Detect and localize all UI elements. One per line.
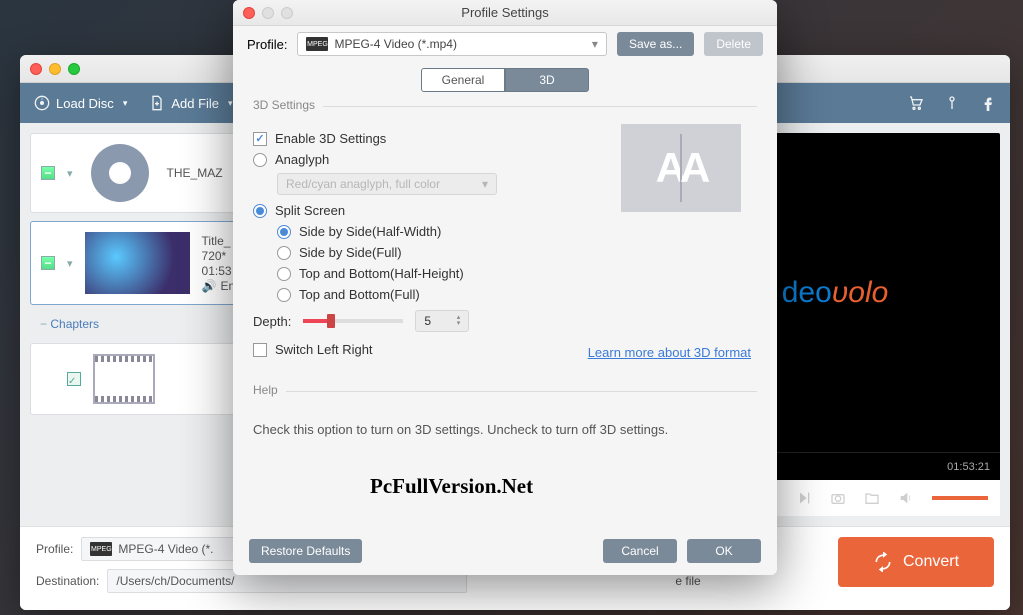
- restore-defaults-button[interactable]: Restore Defaults: [249, 539, 362, 563]
- disc-icon: [91, 144, 149, 202]
- cancel-button[interactable]: Cancel: [603, 539, 677, 563]
- profile-label: Profile:: [36, 542, 73, 556]
- modal-titlebar: Profile Settings: [233, 0, 777, 26]
- sbs-full-radio[interactable]: [277, 246, 291, 260]
- help-title: Help: [253, 383, 286, 397]
- filmstrip-icon: [93, 354, 155, 404]
- convert-button[interactable]: Convert: [838, 537, 994, 587]
- convert-label: Convert: [903, 553, 959, 571]
- step-down-icon: ▾: [457, 321, 461, 327]
- load-disc-button[interactable]: Load Disc▾: [34, 95, 127, 111]
- disc-title: THE_MAZ: [167, 166, 223, 180]
- switch-lr-checkbox[interactable]: [253, 343, 267, 357]
- video-line2: 720*: [202, 249, 236, 263]
- preview-time: 01:53:21: [947, 461, 990, 473]
- anaglyph-radio[interactable]: [253, 153, 267, 167]
- split-screen-label: Split Screen: [275, 203, 345, 218]
- facebook-icon[interactable]: [980, 95, 996, 111]
- opt-tb-full[interactable]: Top and Bottom(Full): [277, 287, 757, 302]
- chevron-down-icon[interactable]: ▾: [67, 167, 73, 180]
- chapters-label: Chapters: [50, 317, 99, 331]
- chevron-down-icon[interactable]: ▾: [67, 257, 73, 270]
- convert-icon: [873, 552, 893, 572]
- brand-logo: deoʋolo: [782, 276, 889, 310]
- enable-3d-checkbox[interactable]: [253, 132, 267, 146]
- depth-label: Depth:: [253, 314, 291, 329]
- ok-button[interactable]: OK: [687, 539, 761, 563]
- next-icon[interactable]: [796, 490, 812, 506]
- tb-half-radio[interactable]: [277, 267, 291, 281]
- depth-slider[interactable]: [303, 319, 403, 323]
- enable-3d-label: Enable 3D Settings: [275, 131, 386, 146]
- load-disc-label: Load Disc: [56, 96, 114, 111]
- volume-icon[interactable]: [898, 490, 914, 506]
- merge-text: e file: [675, 574, 700, 588]
- tune-icon[interactable]: [944, 95, 960, 111]
- delete-button: Delete: [704, 32, 763, 56]
- modal-profile-label: Profile:: [247, 37, 287, 52]
- opt-tb-half[interactable]: Top and Bottom(Half-Height): [277, 266, 757, 281]
- anaglyph-label: Anaglyph: [275, 152, 329, 167]
- split-screen-radio[interactable]: [253, 204, 267, 218]
- camera-icon[interactable]: [830, 490, 846, 506]
- group-help: Help Check this option to turn on 3D set…: [253, 391, 757, 443]
- tb-full-radio[interactable]: [277, 288, 291, 302]
- opt-sbs-full[interactable]: Side by Side(Full): [277, 245, 757, 260]
- disc-checkbox[interactable]: [41, 166, 55, 180]
- add-file-button[interactable]: Add File▾: [149, 95, 232, 111]
- group-3d-title: 3D Settings: [253, 98, 323, 112]
- modal-footer: Restore Defaults Cancel OK: [233, 527, 777, 575]
- video-line1: Title_: [202, 234, 236, 248]
- destination-label: Destination:: [36, 574, 99, 588]
- tab-3d[interactable]: 3D: [505, 68, 589, 92]
- video-thumbnail: [85, 232, 190, 294]
- switch-lr-label: Switch Left Right: [275, 342, 373, 357]
- video-line3: 01:53: [202, 264, 236, 278]
- modal-tabs: General 3D: [233, 68, 777, 92]
- modal-profile-select[interactable]: MPEG MPEG-4 Video (*.mp4): [297, 32, 606, 56]
- 3d-preview-thumbnail: AA: [621, 124, 741, 212]
- help-text: Check this option to turn on 3D settings…: [253, 416, 757, 443]
- maximize-icon[interactable]: [68, 63, 80, 75]
- mpeg-icon: MPEG: [90, 542, 112, 556]
- save-as-button[interactable]: Save as...: [617, 32, 694, 56]
- chapter-checkbox[interactable]: ✓: [67, 372, 81, 386]
- close-icon[interactable]: [30, 63, 42, 75]
- mpeg-icon: MPEG: [306, 37, 328, 51]
- learn-more-link[interactable]: Learn more about 3D format: [588, 345, 751, 360]
- depth-row: Depth: 5 ▴▾: [253, 310, 757, 332]
- modal-title: Profile Settings: [233, 5, 777, 20]
- add-file-label: Add File: [171, 96, 219, 111]
- folder-icon[interactable]: [864, 490, 880, 506]
- video-checkbox[interactable]: [41, 256, 55, 270]
- audio-icon: 🔊: [202, 279, 217, 293]
- sbs-half-radio[interactable]: [277, 225, 291, 239]
- tab-general[interactable]: General: [421, 68, 505, 92]
- watermark-text: PcFullVersion.Net: [370, 474, 533, 499]
- minimize-icon[interactable]: [49, 63, 61, 75]
- traffic-lights: [30, 63, 80, 75]
- cart-icon[interactable]: [908, 95, 924, 111]
- volume-slider[interactable]: [932, 496, 988, 500]
- depth-stepper[interactable]: 5 ▴▾: [415, 310, 469, 332]
- opt-sbs-half[interactable]: Side by Side(Half-Width): [277, 224, 757, 239]
- anaglyph-select: Red/cyan anaglyph, full color: [277, 173, 497, 195]
- profile-row: Profile: MPEG MPEG-4 Video (*.mp4) Save …: [233, 26, 777, 62]
